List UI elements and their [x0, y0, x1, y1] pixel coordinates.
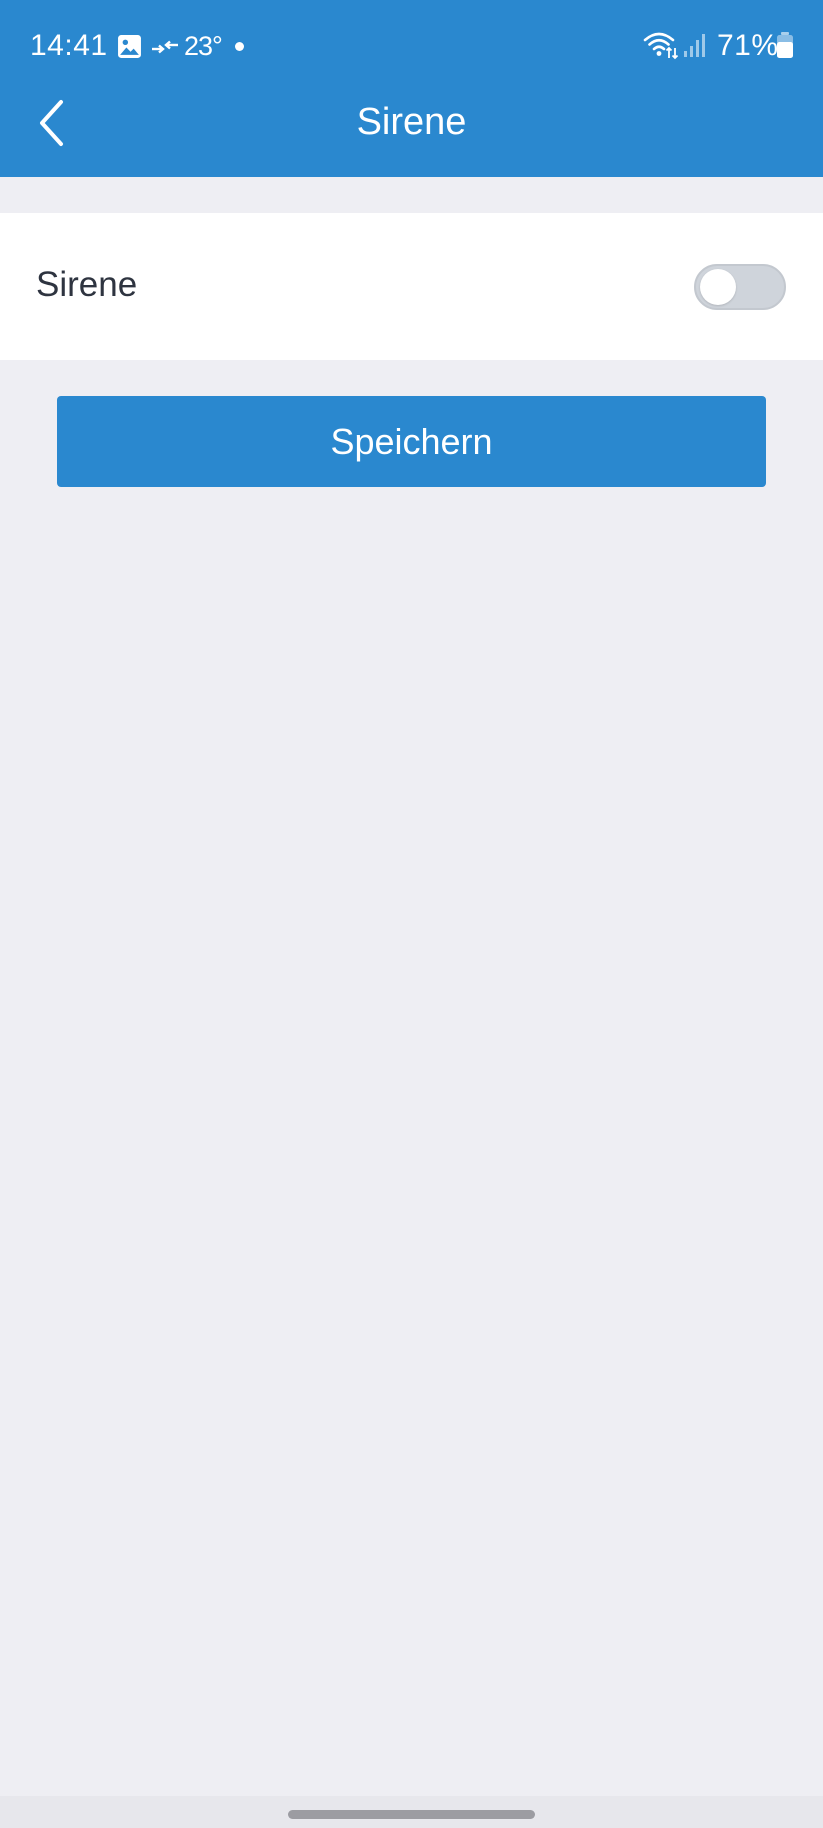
battery-percentage: 71%: [717, 29, 779, 62]
battery-icon: [777, 32, 793, 58]
notification-dot: [235, 42, 244, 51]
siren-setting-row: Sirene: [0, 213, 823, 360]
siren-setting-label: Sirene: [36, 265, 138, 304]
arrows-icon: [152, 40, 178, 54]
wifi-icon: [643, 32, 679, 60]
gesture-navigation-area: [0, 1796, 823, 1828]
app-header: 14:41 23° 71% Sirene: [0, 0, 823, 177]
status-temperature: 23°: [184, 31, 223, 61]
siren-toggle[interactable]: [694, 264, 786, 310]
signal-icon: [684, 34, 705, 57]
toggle-knob: [700, 269, 736, 305]
page-title: Sirene: [356, 101, 467, 143]
save-button[interactable]: Speichern: [57, 396, 766, 487]
home-handle[interactable]: [288, 1810, 535, 1819]
status-bar: 14:41 23° 71%: [0, 0, 823, 92]
gallery-icon: [118, 35, 141, 58]
status-time: 14:41: [30, 29, 108, 62]
navigation-bar: Sirene: [0, 92, 823, 177]
